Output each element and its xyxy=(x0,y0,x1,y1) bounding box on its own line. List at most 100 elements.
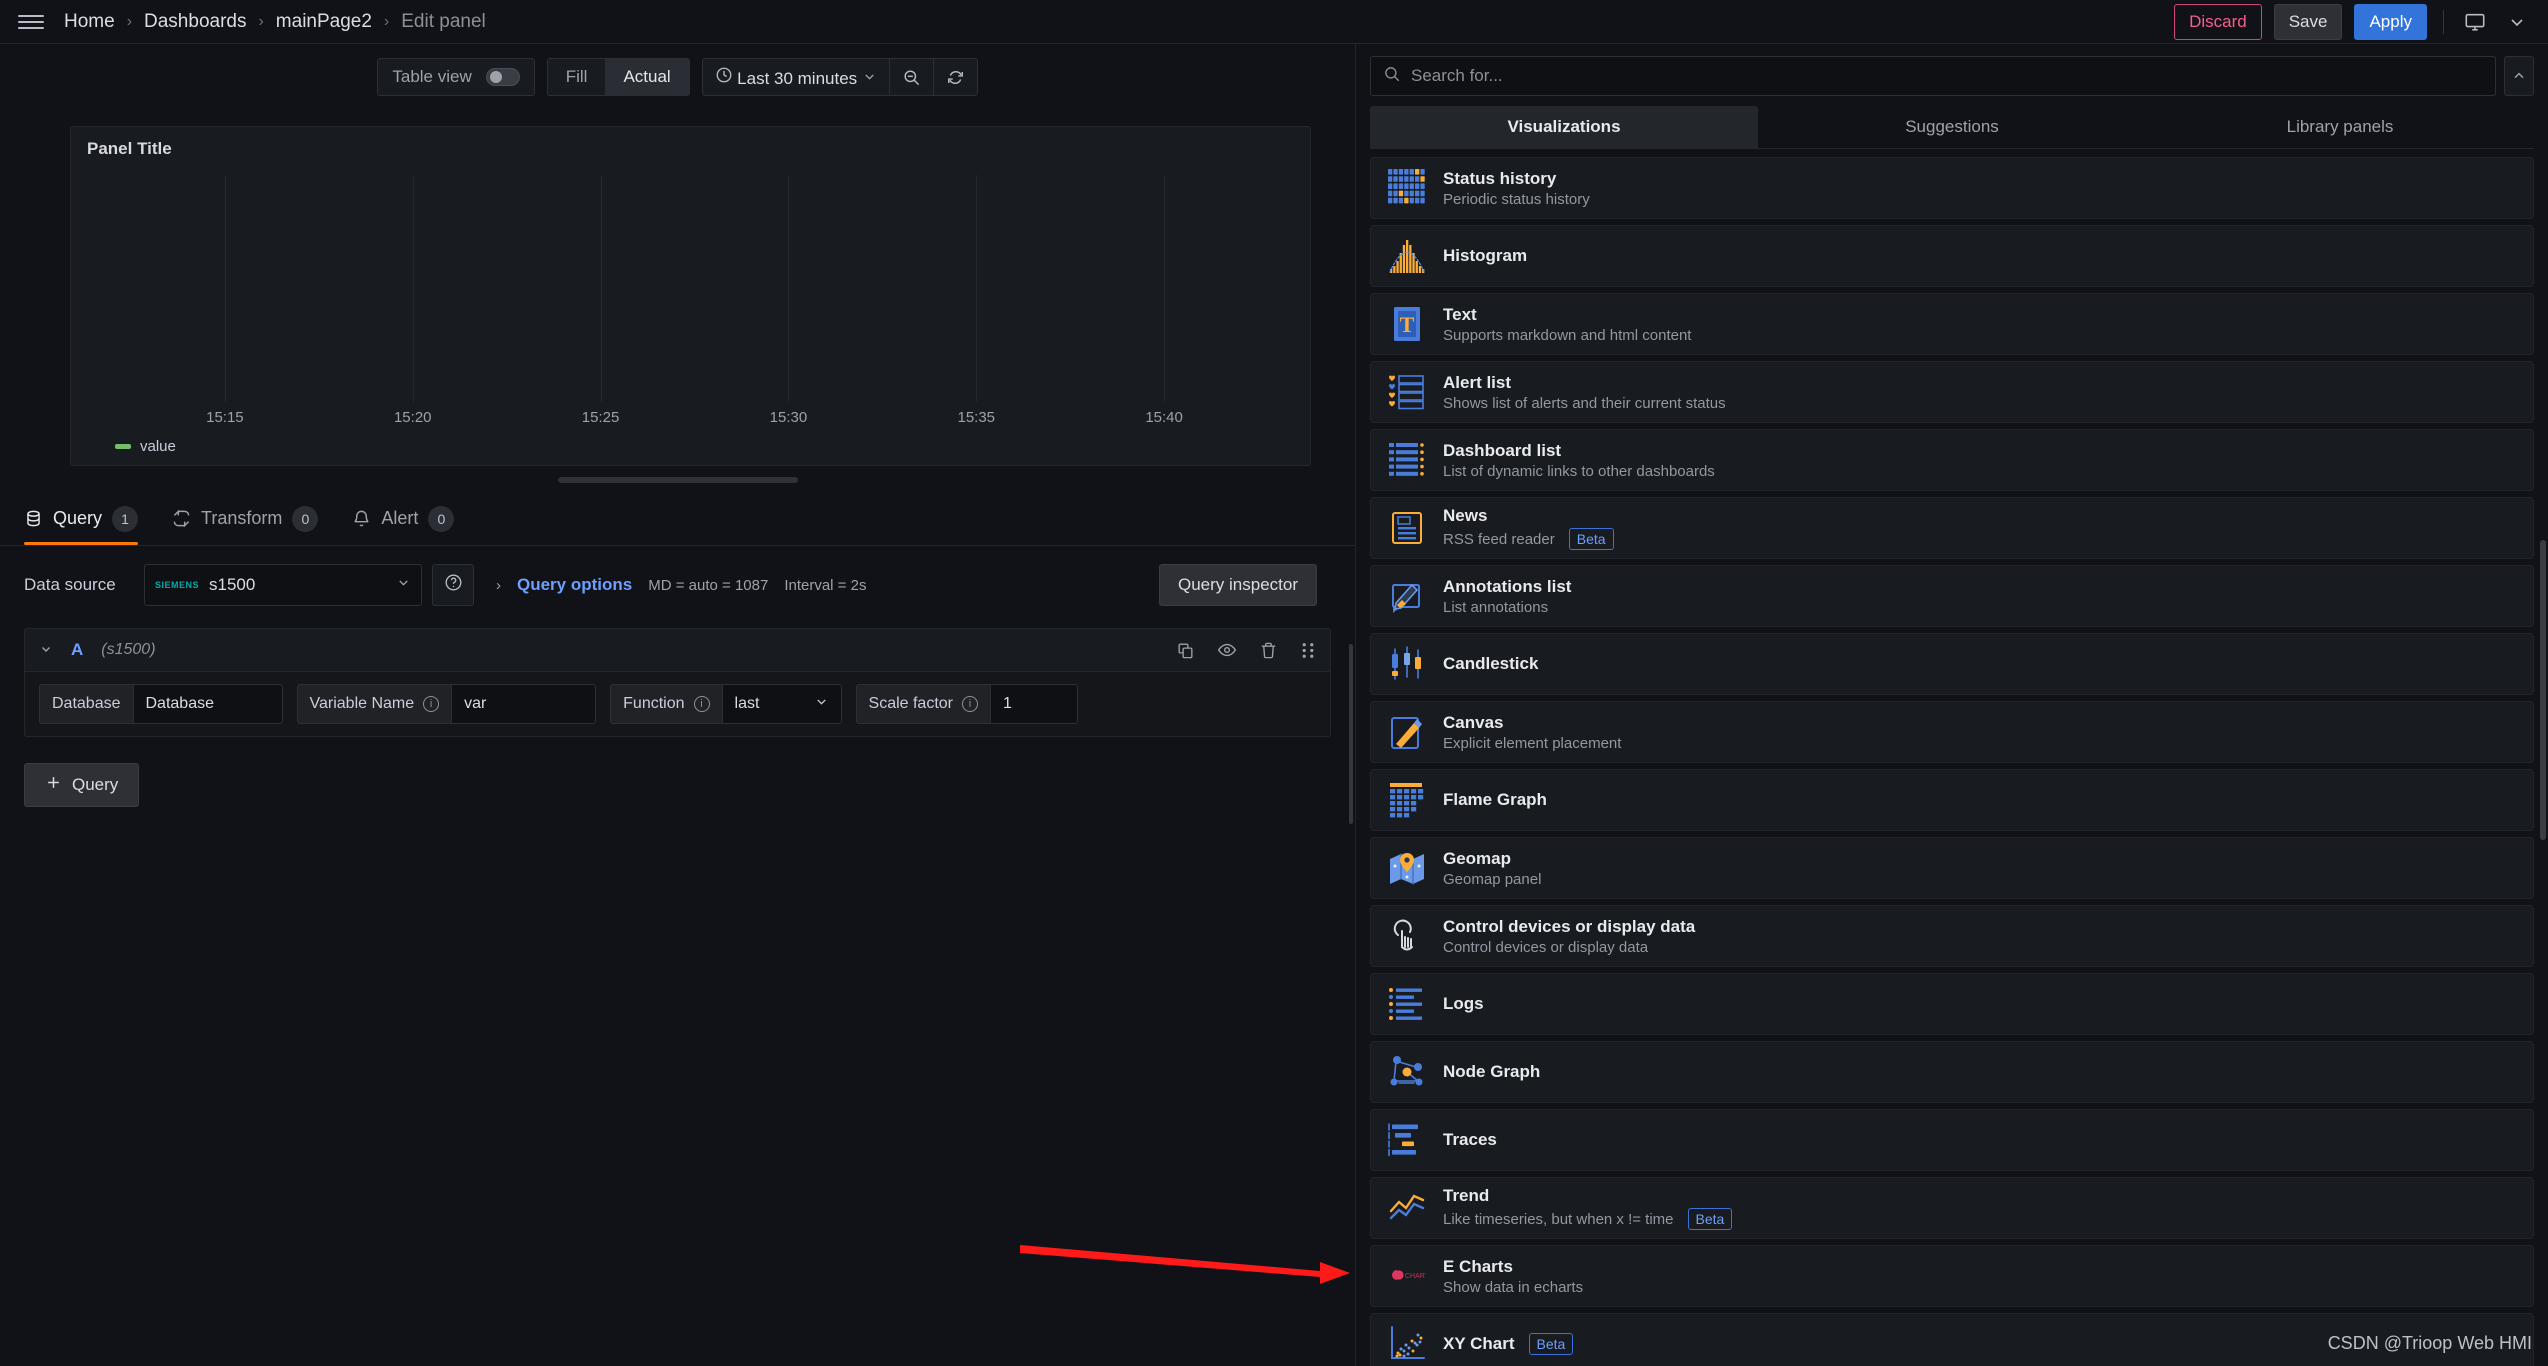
query-row-a: A (s1500) Database Database Variable Nam… xyxy=(24,628,1331,737)
add-query-button[interactable]: Query xyxy=(24,763,140,807)
viz-item-text: Dashboard list List of dynamic links to o… xyxy=(1443,441,1715,480)
left-pane-scrollbar[interactable] xyxy=(1349,644,1353,824)
tab-library-panels[interactable]: Library panels xyxy=(2146,106,2534,148)
field-function-select[interactable]: last xyxy=(721,684,842,724)
field-variable-name-input[interactable]: var xyxy=(451,684,597,724)
datasource-help-button[interactable] xyxy=(432,564,474,606)
collapse-viz-pane-button[interactable] xyxy=(2504,56,2534,96)
copy-icon[interactable] xyxy=(1176,641,1195,660)
viz-item-name-row: Geomap xyxy=(1443,849,1541,869)
field-database-input[interactable]: Database xyxy=(132,684,283,724)
time-range-picker[interactable]: Last 30 minutes xyxy=(703,66,889,89)
alert-list-icon xyxy=(1387,372,1427,412)
actual-option[interactable]: Actual xyxy=(605,59,689,95)
discard-button[interactable]: Discard xyxy=(2174,3,2262,40)
viz-item-node-graph[interactable]: Node Graph xyxy=(1370,1041,2534,1103)
x-axis-tick-label: 15:20 xyxy=(393,409,432,426)
viz-item-description: Periodic status history xyxy=(1443,190,1590,208)
viz-item-name: Trend xyxy=(1443,1186,1490,1205)
viz-item-geomap[interactable]: Geomap Geomap panel xyxy=(1370,837,2534,899)
viz-item-name-row: News xyxy=(1443,506,1614,526)
chart-gridline xyxy=(1164,175,1166,402)
viz-item-name-row: Trend xyxy=(1443,1186,1732,1206)
table-view-control[interactable]: Table view xyxy=(377,58,535,96)
fill-option[interactable]: Fill xyxy=(548,59,606,95)
table-view-toggle[interactable] xyxy=(485,68,520,86)
viz-item-text: XY Chart Beta xyxy=(1443,1333,1574,1355)
viz-item-candlestick[interactable]: Candlestick xyxy=(1370,633,2534,695)
viz-item-name-row: Status history xyxy=(1443,169,1590,189)
viz-item-trend[interactable]: Trend Like timeseries, but when x != time… xyxy=(1370,1177,2534,1239)
tab-suggestions[interactable]: Suggestions xyxy=(1758,106,2146,148)
table-view-label: Table view xyxy=(392,67,472,86)
viz-item-name-row: Canvas xyxy=(1443,713,1621,733)
viz-item-status-history[interactable]: Status history Periodic status history xyxy=(1370,157,2534,219)
viz-item-annotations-list[interactable]: Annotations list List annotations xyxy=(1370,565,2534,627)
x-axis-tick-label: 15:35 xyxy=(957,409,996,426)
panel-preview[interactable]: Panel Title 15:15 15:20 15:25 15:30 15:35 15:… xyxy=(70,126,1311,466)
viz-list-scrollbar[interactable] xyxy=(2540,540,2546,840)
breadcrumb-item-home[interactable]: Home xyxy=(62,11,117,33)
x-axis-tick-label: 15:25 xyxy=(581,409,620,426)
info-icon[interactable]: i xyxy=(962,696,978,712)
viz-item-canvas[interactable]: Canvas Explicit element placement xyxy=(1370,701,2534,763)
viz-item-traces[interactable]: Traces xyxy=(1370,1109,2534,1171)
datasource-picker[interactable]: SIEMENS s1500 xyxy=(144,564,422,606)
query-ref-id[interactable]: A xyxy=(71,640,83,660)
tab-query[interactable]: Query 1 xyxy=(24,494,139,545)
tab-transform[interactable]: Transform 0 xyxy=(172,494,319,545)
field-scale-factor-label: Scale factor i xyxy=(855,684,990,724)
zoom-out-icon[interactable] xyxy=(890,59,933,95)
viz-item-name: XY Chart xyxy=(1443,1334,1515,1353)
datasource-name: s1500 xyxy=(209,575,256,594)
viz-item-name: Dashboard list xyxy=(1443,440,1562,460)
query-inspector-button[interactable]: Query inspector xyxy=(1159,564,1317,606)
breadcrumb-item-mainpage2[interactable]: mainPage2 xyxy=(274,11,374,33)
trash-icon[interactable] xyxy=(1259,641,1278,660)
viz-item-e-charts[interactable]: CHARTS E Charts Show data in echarts xyxy=(1370,1245,2534,1307)
viz-search-input[interactable] xyxy=(1411,66,2483,86)
viz-item-alert-list[interactable]: Alert list Shows list of alerts and their… xyxy=(1370,361,2534,423)
drag-handle-icon[interactable] xyxy=(1300,641,1316,660)
viz-item-name-row: Candlestick xyxy=(1443,654,1538,674)
viz-search-box[interactable] xyxy=(1370,56,2496,96)
hamburger-menu-icon[interactable] xyxy=(18,9,44,35)
viz-item-news[interactable]: News RSS feed reader Beta xyxy=(1370,497,2534,559)
chart-gridline xyxy=(788,175,790,402)
refresh-icon[interactable] xyxy=(934,59,977,95)
chevron-down-icon[interactable] xyxy=(2502,7,2532,37)
field-variable-name: Variable Name i var xyxy=(296,684,597,724)
viz-item-description: Supports markdown and html content xyxy=(1443,326,1692,344)
viz-item-control-devices-or-display-data[interactable]: Control devices or display data Control d… xyxy=(1370,905,2534,967)
viz-item-text[interactable]: T Text Supports markdown and html content xyxy=(1370,293,2534,355)
breadcrumb-item-dashboards[interactable]: Dashboards xyxy=(142,11,248,33)
info-icon[interactable]: i xyxy=(423,696,440,712)
pane-resize-handle[interactable] xyxy=(0,466,1355,494)
viz-item-name: Node Graph xyxy=(1443,1062,1541,1081)
field-scale-factor-input[interactable]: 1 xyxy=(990,684,1078,724)
viz-item-flame-graph[interactable]: Flame Graph xyxy=(1370,769,2534,831)
eye-icon[interactable] xyxy=(1217,640,1237,660)
viz-item-dashboard-list[interactable]: Dashboard list List of dynamic links to o… xyxy=(1370,429,2534,491)
viz-item-description: Show data in echarts xyxy=(1443,1278,1584,1296)
question-circle-icon xyxy=(444,573,463,597)
save-button[interactable]: Save xyxy=(2273,3,2343,40)
tab-visualizations[interactable]: Visualizations xyxy=(1370,106,1758,148)
viz-item-logs[interactable]: Logs xyxy=(1370,973,2534,1035)
info-icon[interactable]: i xyxy=(693,696,710,712)
chart-gridline xyxy=(600,175,602,402)
viz-item-desc-row: Shows list of alerts and their current s… xyxy=(1443,395,1726,412)
monitor-icon[interactable] xyxy=(2460,7,2490,37)
query-options-link[interactable]: Query options xyxy=(517,575,632,595)
tab-alert[interactable]: Alert 0 xyxy=(352,494,455,545)
viz-item-histogram[interactable]: Histogram xyxy=(1370,225,2534,287)
viz-item-desc-row: Control devices or display data xyxy=(1443,939,1695,956)
viz-item-name-row: E Charts xyxy=(1443,1257,1583,1277)
chevron-right-icon[interactable]: › xyxy=(496,577,501,594)
viz-item-name: Annotations list xyxy=(1443,576,1572,596)
viz-item-text: Canvas Explicit element placement xyxy=(1443,713,1621,752)
legend-series-label[interactable]: value xyxy=(140,438,176,455)
viz-search-row xyxy=(1356,44,2548,106)
apply-button[interactable]: Apply xyxy=(2354,3,2427,40)
chevron-down-icon[interactable] xyxy=(39,642,53,659)
